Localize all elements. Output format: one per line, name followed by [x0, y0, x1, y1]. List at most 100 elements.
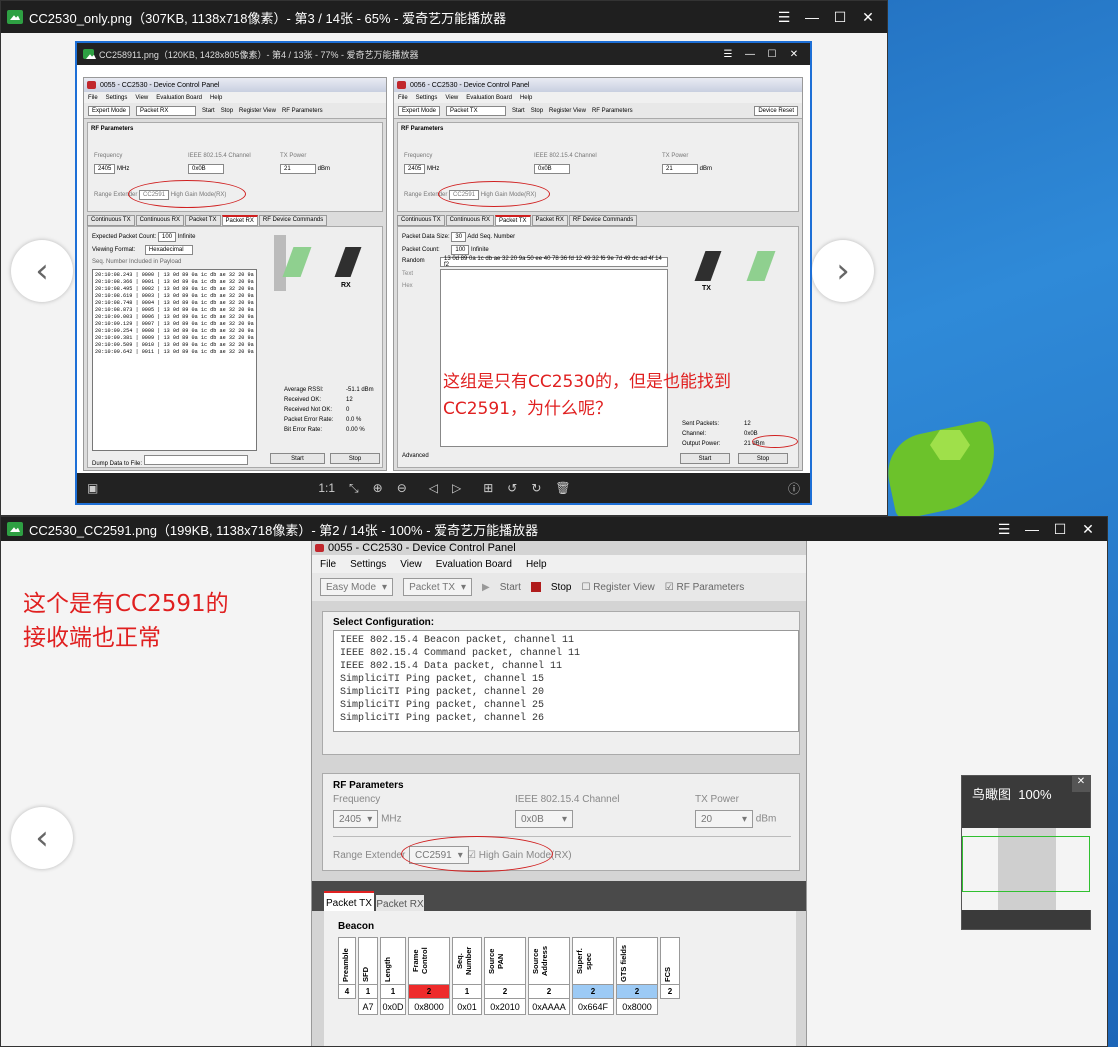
frame-field-value[interactable]: 0x0D	[381, 998, 405, 1014]
text-radio[interactable]: Text	[402, 271, 413, 277]
start-button[interactable]: Start	[512, 108, 525, 114]
channel-select[interactable]: 0x0B ▾	[515, 810, 573, 828]
device-reset-button[interactable]: Device Reset	[754, 105, 798, 116]
frame-field-value[interactable]: A7	[359, 998, 377, 1014]
menu-view[interactable]: View	[400, 559, 422, 570]
menu-evaluation-board[interactable]: Evaluation Board	[436, 559, 512, 570]
infinite-checkbox[interactable]: Infinite	[471, 247, 489, 253]
tab-rf-device-commands[interactable]: RF Device Commands	[568, 215, 638, 226]
stop-button[interactable]: Stop	[221, 108, 233, 114]
rf-parameters-checkbox[interactable]: ☑ RF Parameters	[665, 582, 745, 593]
stop-button[interactable]: Stop	[551, 582, 572, 593]
menu-settings[interactable]: Settings	[106, 95, 128, 101]
close-icon[interactable]: ✕	[859, 9, 877, 26]
prev-image-button[interactable]: ‹	[11, 240, 73, 302]
register-view-checkbox[interactable]: Register View	[549, 108, 586, 114]
mode-select[interactable]: Expert Mode	[398, 105, 441, 116]
close-icon[interactable]: ✕	[1079, 521, 1097, 538]
start-button[interactable]: Start	[202, 108, 215, 114]
configuration-item[interactable]: IEEE 802.15.4 Data packet, channel 11	[340, 660, 792, 673]
navigator-close-icon[interactable]: ✕	[1072, 776, 1090, 792]
stop-button[interactable]: Stop	[531, 108, 543, 114]
maximize-icon[interactable]: ☐	[831, 9, 849, 26]
rotate-right-icon[interactable]: ↻	[531, 481, 541, 495]
prev-image-button[interactable]: ‹	[11, 807, 73, 869]
tx-power-select[interactable]: 20 ▾	[695, 810, 753, 828]
frame-field-value[interactable]: 0x2010	[485, 998, 525, 1014]
rf-parameters-checkbox[interactable]: RF Parameters	[592, 108, 633, 114]
menu-icon[interactable]: ☰	[995, 521, 1013, 538]
packet-mode-select[interactable]: Packet TX ▾	[403, 578, 473, 596]
bird-eye-navigator[interactable]: 鸟瞰图 100% ✕	[961, 775, 1092, 930]
packet-count-input[interactable]: 100	[451, 245, 470, 255]
tab-continuous-rx[interactable]: Continuous RX	[445, 215, 494, 226]
tx-power-select[interactable]: 21	[280, 164, 316, 174]
frame-field-value[interactable]: 0x664F	[573, 998, 613, 1014]
menu-icon[interactable]: ☰	[775, 9, 793, 26]
menu-file[interactable]: File	[320, 559, 336, 570]
info-icon[interactable]: ⓘ	[788, 480, 800, 497]
next-icon[interactable]: ▷	[452, 481, 461, 495]
rx-stop-button[interactable]: Stop	[330, 453, 380, 464]
hex-radio[interactable]: Hex	[402, 283, 413, 289]
rf-parameters-checkbox[interactable]: RF Parameters	[282, 108, 323, 114]
menu-file[interactable]: File	[88, 95, 98, 101]
mode-select[interactable]: Expert Mode	[88, 105, 131, 116]
frequency-select[interactable]: 2405 ▾	[333, 810, 379, 828]
seq-included-checkbox[interactable]: Seq. Number Included in Payload	[92, 259, 181, 265]
data-size-input[interactable]: 30	[451, 232, 467, 242]
prev-icon[interactable]: ◁	[429, 481, 438, 495]
rotate-left-icon[interactable]: ↺	[507, 481, 517, 495]
tab-packet-tx[interactable]: Packet TX	[324, 891, 374, 913]
frame-field-value[interactable]: 0xAAAA	[529, 998, 569, 1014]
configuration-item[interactable]: SimpliciTI Ping packet, channel 26	[340, 712, 792, 725]
menu-help[interactable]: Help	[210, 95, 222, 101]
configuration-item[interactable]: SimpliciTI Ping packet, channel 15	[340, 673, 792, 686]
fit-icon[interactable]: ⤡	[349, 481, 359, 496]
tab-packet-rx[interactable]: Packet RX	[221, 215, 258, 226]
rx-start-button[interactable]: Start	[270, 453, 325, 464]
stop-icon[interactable]	[530, 582, 541, 592]
next-image-button[interactable]: ›	[812, 240, 874, 302]
slideshow-icon[interactable]: ⊞	[483, 481, 493, 495]
menu-settings[interactable]: Settings	[416, 95, 438, 101]
play-icon[interactable]: ▶	[482, 582, 490, 593]
random-radio[interactable]: Random	[402, 258, 425, 264]
menu-help[interactable]: Help	[520, 95, 532, 101]
zoom-in-icon[interactable]: ⊕	[373, 481, 383, 495]
add-seq-checkbox[interactable]: Add Seq. Number	[467, 234, 515, 240]
packet-mode-select[interactable]: Packet RX	[136, 105, 197, 116]
viewing-format-select[interactable]: Hexadecimal	[144, 245, 193, 255]
tab-packet-tx[interactable]: Packet TX	[494, 215, 531, 226]
menu-help[interactable]: Help	[526, 559, 547, 570]
mode-select[interactable]: Easy Mode ▾	[320, 578, 394, 596]
received-packets-log[interactable]: 20:10:08.243 | 0000 | 13 0d 89 0a 1c db …	[92, 269, 257, 451]
tab-continuous-rx[interactable]: Continuous RX	[135, 215, 184, 226]
minimize-icon[interactable]: —	[803, 9, 821, 26]
random-payload-field[interactable]: 13 0d 89 0a 1c db ae 32 20 9a 50 ee 40 7…	[440, 256, 668, 268]
frequency-select[interactable]: 2405	[404, 164, 426, 174]
register-view-checkbox[interactable]: Register View	[239, 108, 276, 114]
tx-power-select[interactable]: 21	[662, 164, 698, 174]
menu-view[interactable]: View	[445, 95, 458, 101]
configuration-item[interactable]: IEEE 802.15.4 Beacon packet, channel 11	[340, 634, 792, 647]
register-view-checkbox[interactable]: ☐ Register View	[581, 582, 654, 593]
configuration-item[interactable]: SimpliciTI Ping packet, channel 20	[340, 686, 792, 699]
tab-rf-device-commands[interactable]: RF Device Commands	[258, 215, 328, 226]
tab-packet-rx[interactable]: Packet RX	[531, 215, 568, 226]
channel-select[interactable]: 0x0B	[188, 164, 224, 174]
packet-mode-select[interactable]: Packet TX	[446, 105, 507, 116]
tx-start-button[interactable]: Start	[680, 453, 730, 464]
menu-file[interactable]: File	[398, 95, 408, 101]
frame-field-value[interactable]: 0x01	[453, 998, 481, 1014]
menu-settings[interactable]: Settings	[350, 559, 386, 570]
delete-icon[interactable]: 🗑	[555, 481, 570, 495]
menu-view[interactable]: View	[135, 95, 148, 101]
tab-continuous-tx[interactable]: Continuous TX	[397, 215, 445, 226]
zoom-out-icon[interactable]: ⊖	[397, 481, 407, 495]
maximize-icon[interactable]: ☐	[1051, 521, 1069, 538]
start-button[interactable]: Start	[500, 582, 521, 593]
advanced-checkbox[interactable]: Advanced	[402, 453, 429, 459]
frame-field-value[interactable]: 0x8000	[617, 998, 657, 1014]
dump-file-input[interactable]	[143, 455, 248, 465]
